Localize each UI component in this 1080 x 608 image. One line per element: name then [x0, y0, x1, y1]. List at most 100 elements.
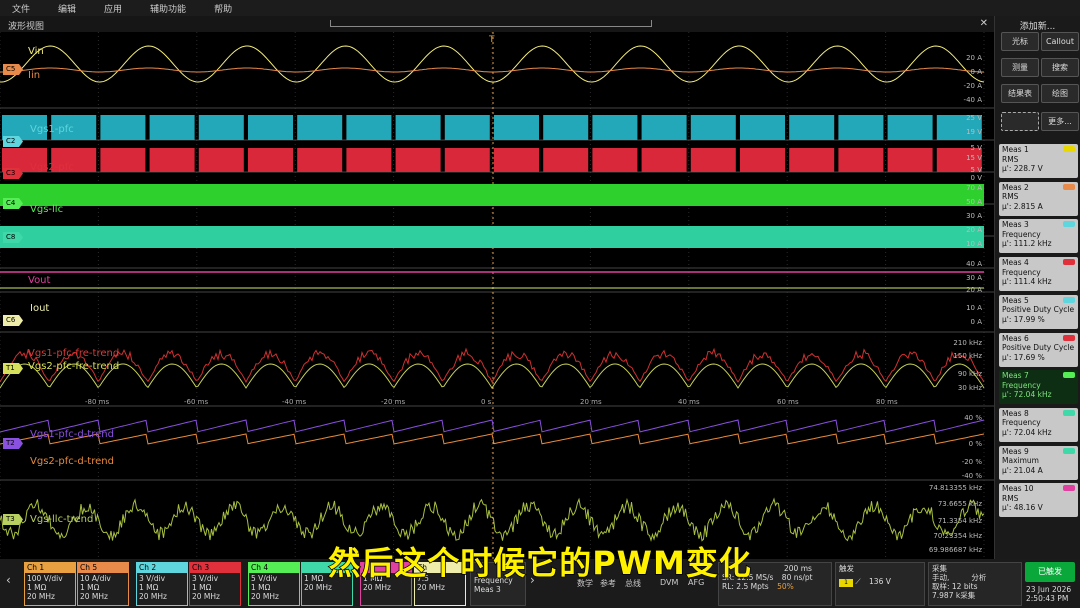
- d-trend-2-trace: [0, 434, 984, 444]
- channel-tag[interactable]: C3: [3, 168, 23, 179]
- scale-label: 30 kHz: [958, 384, 982, 392]
- scale-label: 15 V: [966, 154, 982, 162]
- vgs1-pfc-trace: [740, 115, 785, 140]
- vgs1-pfc-trace: [248, 115, 293, 140]
- channel-tag[interactable]: T3: [3, 514, 23, 525]
- meas-badge-2[interactable]: Meas 2 RMS μ': 2.815 A: [999, 182, 1078, 216]
- trace-label-iout: Iout: [30, 303, 49, 314]
- meas-value: μ': 17.99 %: [1002, 315, 1075, 325]
- scale-label: 5 V: [971, 144, 982, 152]
- meas-badge-9[interactable]: Meas 9 Maximum μ': 21.04 A: [999, 446, 1078, 480]
- scale-label: 0 V: [971, 174, 982, 182]
- close-icon[interactable]: ✕: [980, 18, 988, 29]
- vgs1-pfc-trace: [543, 115, 588, 140]
- vgs1-pfc-trace: [642, 115, 687, 140]
- channel-bandwidth: 20 MHz: [251, 592, 297, 601]
- channel-tag[interactable]: C6: [3, 315, 23, 326]
- meas-type: Frequency: [1002, 418, 1075, 428]
- trace-label-dtrend1: Vgs1-pfc-d-trend: [30, 429, 114, 440]
- waveform-canvas[interactable]: T: [0, 32, 994, 559]
- vgs1-pfc-trace: [838, 115, 883, 140]
- channel-impedance: 1 MΩ: [192, 583, 238, 592]
- measure-button[interactable]: 测量: [1001, 58, 1039, 77]
- channel-tag[interactable]: C8: [3, 232, 23, 243]
- meas-badge-6[interactable]: Meas 6 Positive Duty Cycle μ': 17.69 %: [999, 333, 1078, 367]
- meas-source-badge: [1063, 297, 1075, 303]
- meas-value: μ': 111.2 kHz: [1002, 239, 1075, 249]
- meas-badge-4[interactable]: Meas 4 Frequency μ': 111.4 kHz: [999, 257, 1078, 291]
- vgs2-pfc-trace: [740, 148, 785, 172]
- time-tick: -80 ms: [85, 398, 109, 406]
- vgs2-pfc-trace: [346, 148, 391, 172]
- time-tick: 0 s: [481, 398, 491, 406]
- vgs1-pfc-trace: [346, 115, 391, 140]
- vgs2-pfc-trace: [838, 148, 883, 172]
- callout-button[interactable]: Callout: [1041, 32, 1079, 51]
- meas-badge-5[interactable]: Meas 5 Positive Duty Cycle μ': 17.99 %: [999, 295, 1078, 329]
- waveform-plot[interactable]: T Vin Iin Vgs1-pfc Vgs2-pfc Vgs-llc Vout Iout V…: [0, 32, 994, 559]
- menu-item-1[interactable]: 编辑: [58, 2, 76, 15]
- meas-value: μ': 72.04 kHz: [1002, 390, 1075, 400]
- trace-label-fretrend2: Vgs2-pfc-fre-trend: [28, 361, 119, 372]
- zoom-box-icon[interactable]: [1001, 112, 1039, 131]
- meas-type: Positive Duty Cycle: [1002, 305, 1075, 315]
- meas-source-badge: [1063, 184, 1075, 190]
- scale-label: 20 A: [966, 54, 982, 62]
- vgs2-pfc-trace: [150, 148, 195, 172]
- menu-item-3[interactable]: 辅助功能: [150, 2, 186, 15]
- scale-label: 50 A: [966, 198, 982, 206]
- vgs2-pfc-trace: [248, 148, 293, 172]
- meas-badge-10[interactable]: Meas 10 RMS μ': 48.16 V: [999, 483, 1078, 517]
- vgs1-pfc-trace: [150, 115, 195, 140]
- scale-label: 0 %: [969, 440, 982, 448]
- time-tick: -40 ms: [282, 398, 306, 406]
- meas-badge-8[interactable]: Meas 8 Frequency μ': 72.04 kHz: [999, 408, 1078, 442]
- channel-tag[interactable]: T2: [3, 438, 23, 449]
- channel-bandwidth: 20 MHz: [27, 592, 73, 601]
- plot-button[interactable]: 绘图: [1041, 84, 1079, 103]
- meas-source-badge: [1063, 221, 1075, 227]
- menu-bar: 文件 编辑 应用 辅助功能 帮助: [0, 0, 1080, 16]
- scale-label: 40 %: [964, 414, 982, 422]
- record-overview[interactable]: [330, 20, 652, 27]
- menu-item-2[interactable]: 应用: [104, 2, 122, 15]
- scale-label: 150 kHz: [953, 352, 982, 360]
- results-table-button[interactable]: 结果表: [1001, 84, 1039, 103]
- waveform-view-title: 波形视图: [8, 19, 44, 32]
- meas-badge-1[interactable]: Meas 1 RMS μ': 228.7 V: [999, 144, 1078, 178]
- vgs2-pfc-trace: [543, 148, 588, 172]
- scale-label: 40 A: [966, 260, 982, 268]
- llc-trend-trace: [0, 499, 984, 540]
- channel-tag[interactable]: T1: [3, 363, 23, 374]
- vgs1-pfc-trace: [445, 115, 490, 140]
- search-button[interactable]: 搜索: [1041, 58, 1079, 77]
- meas-value: μ': 48.16 V: [1002, 503, 1075, 513]
- channel-bandwidth: 20 MHz: [192, 592, 238, 601]
- trace-label-vgs2pfc: Vgs2-pfc: [30, 162, 74, 173]
- more-button[interactable]: 更多...: [1041, 112, 1079, 131]
- time-tick: -60 ms: [184, 398, 208, 406]
- scale-label: 10 A: [966, 240, 982, 248]
- channel-impedance: 1 MΩ: [80, 583, 126, 592]
- waveform-view-header: 波形视图 ✕: [0, 16, 994, 32]
- meas-source-badge: [1063, 410, 1075, 416]
- meas-badge-7[interactable]: Meas 7 Frequency μ': 72.04 kHz: [999, 370, 1078, 404]
- menu-item-4[interactable]: 帮助: [214, 2, 232, 15]
- vgs1-pfc-trace: [691, 115, 736, 140]
- menu-item-0[interactable]: 文件: [12, 2, 30, 15]
- meas-badge-3[interactable]: Meas 3 Frequency μ': 111.2 kHz: [999, 219, 1078, 253]
- scale-label: 71.3354 kHz: [938, 517, 982, 525]
- channel-tag[interactable]: C2: [3, 136, 23, 147]
- channel-impedance: 1 MΩ: [139, 583, 185, 592]
- channel-tag[interactable]: C5: [3, 64, 23, 75]
- cursor-button[interactable]: 光标: [1001, 32, 1039, 51]
- vgs1-pfc-trace: [199, 115, 244, 140]
- time-tick: 80 ms: [876, 398, 898, 406]
- vgs1-pfc-trace: [297, 115, 342, 140]
- channel-tag[interactable]: C4: [3, 198, 23, 209]
- acq-count: 7.987 k采集: [932, 591, 1018, 600]
- vgs2-pfc-trace: [199, 148, 244, 172]
- meas-value: μ': 17.69 %: [1002, 353, 1075, 363]
- meas-source-badge: [1063, 259, 1075, 265]
- vgs2-pfc-trace: [445, 148, 490, 172]
